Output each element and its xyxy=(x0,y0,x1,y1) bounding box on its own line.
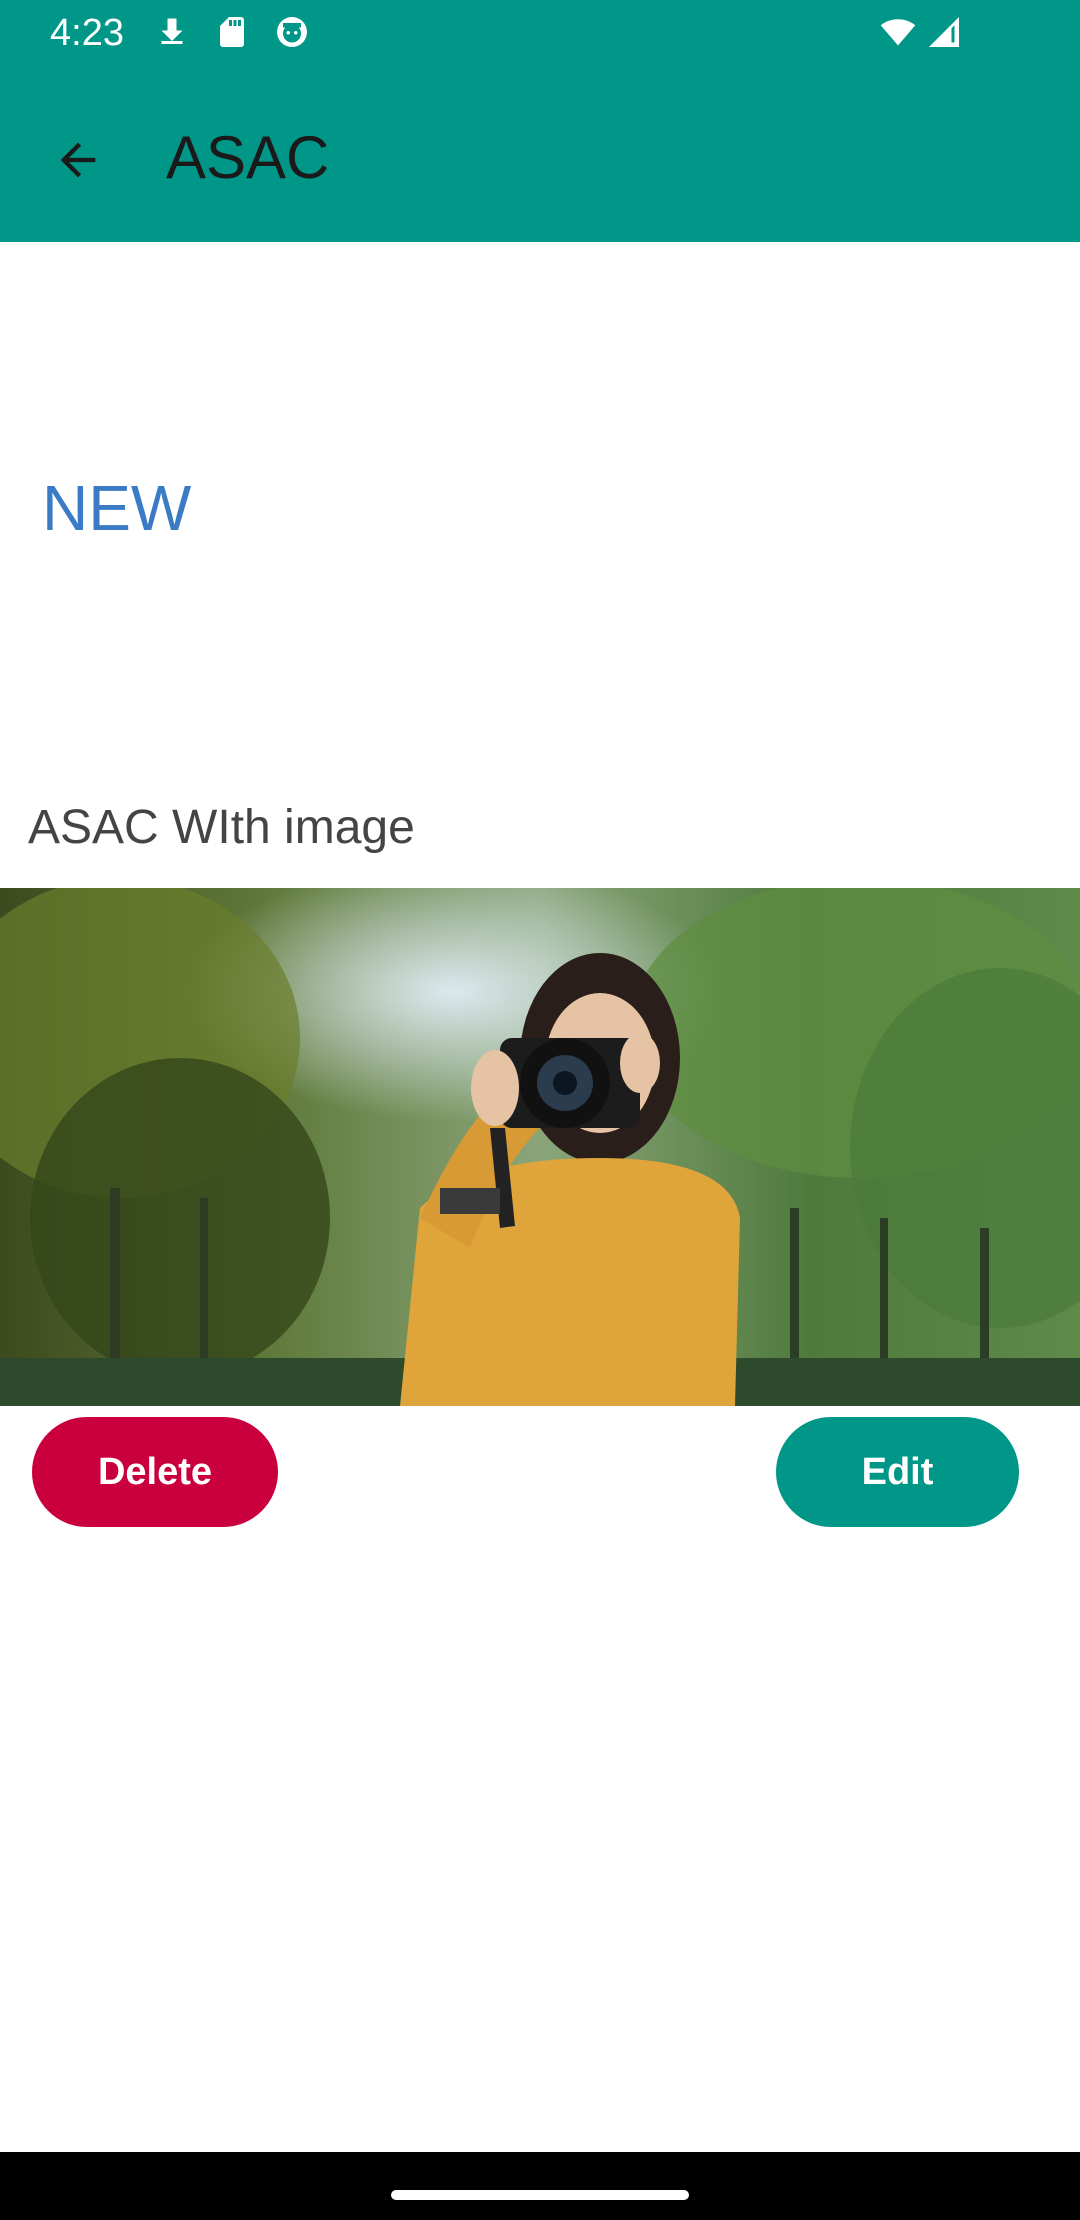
sd-card-icon xyxy=(214,14,250,50)
download-icon xyxy=(154,14,190,50)
android-robot-icon xyxy=(274,14,310,50)
cellular-signal-icon xyxy=(926,14,962,50)
content: NEW ASAC WIth image Delete Edit xyxy=(0,242,1080,2152)
delete-button[interactable]: Delete xyxy=(32,1417,278,1527)
app-title: ASAC xyxy=(166,124,330,191)
back-button[interactable] xyxy=(36,118,120,202)
item-title: NEW xyxy=(42,472,192,544)
navigation-bar xyxy=(0,2152,1080,2220)
item-photo xyxy=(0,888,1080,1406)
wifi-icon xyxy=(880,14,916,50)
status-bar: 4:23 xyxy=(0,0,1080,66)
app-bar: ASAC xyxy=(0,66,1080,242)
screen: 4:23 ASAC NEW ASAC WIth image Delete Edi… xyxy=(0,0,1080,2220)
arrow-back-icon xyxy=(60,142,96,178)
edit-button[interactable]: Edit xyxy=(776,1417,1019,1527)
top-area: 4:23 ASAC xyxy=(0,0,1080,242)
item-description: ASAC WIth image xyxy=(28,801,415,854)
status-time: 4:23 xyxy=(50,12,124,54)
home-gesture-handle[interactable] xyxy=(391,2190,689,2200)
